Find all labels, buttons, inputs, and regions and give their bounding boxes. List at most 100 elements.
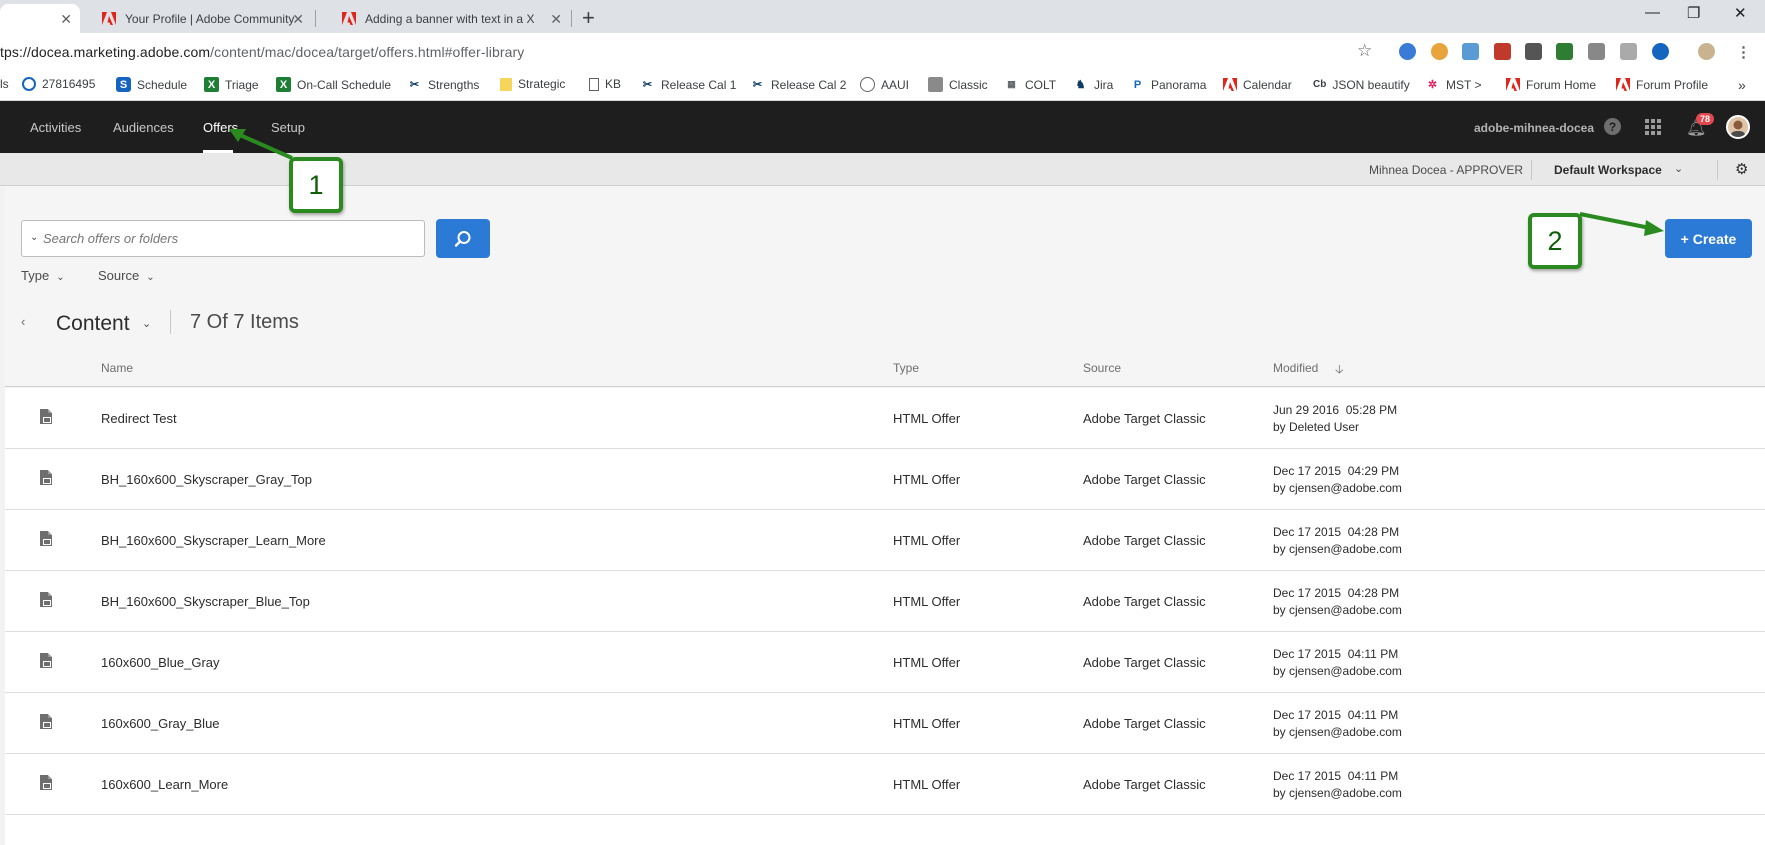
offer-type: HTML Offer bbox=[893, 533, 961, 548]
column-name[interactable]: Name bbox=[101, 361, 133, 375]
type-filter[interactable]: Type ⌄ bbox=[21, 268, 65, 283]
table-row[interactable]: BH_160x600_Skyscraper_Gray_Top HTML Offe… bbox=[5, 449, 1765, 510]
table-row[interactable]: 160x600_Gray_Blue HTML Offer Adobe Targe… bbox=[5, 693, 1765, 754]
bookmark[interactable]: ls bbox=[0, 77, 9, 91]
bookmark[interactable]: Cb JSON beautify bbox=[1313, 77, 1410, 92]
bookmark[interactable]: ▦ COLT bbox=[1004, 77, 1056, 92]
nav-audiences[interactable]: Audiences bbox=[113, 120, 174, 135]
sort-descending-icon[interactable]: 🡣 bbox=[1335, 360, 1344, 381]
item-count: 7 Of 7 Items bbox=[190, 311, 299, 333]
bookmark[interactable]: ✲ MST > bbox=[1425, 77, 1482, 92]
divider bbox=[1717, 160, 1718, 180]
bookmark[interactable]: AAUI bbox=[860, 77, 909, 92]
close-window-icon[interactable]: ✕ bbox=[1734, 4, 1747, 22]
chevron-down-icon[interactable]: ⌄ bbox=[1674, 162, 1683, 175]
table-row[interactable]: BH_160x600_Skyscraper_Learn_More HTML Of… bbox=[5, 510, 1765, 571]
extension-icon[interactable] bbox=[1620, 43, 1637, 60]
bookmark[interactable]: 27816495 bbox=[22, 77, 95, 91]
file-icon bbox=[40, 531, 52, 546]
column-type[interactable]: Type bbox=[893, 361, 919, 375]
close-tab-icon[interactable]: ✕ bbox=[292, 11, 304, 28]
bookmark[interactable]: X Triage bbox=[204, 77, 259, 92]
profile-avatar-icon[interactable] bbox=[1698, 43, 1715, 60]
table-row[interactable]: 160x600_Blue_Gray HTML Offer Adobe Targe… bbox=[5, 632, 1765, 693]
help-icon[interactable]: ? bbox=[1604, 118, 1621, 135]
bookmark-star-icon[interactable]: ☆ bbox=[1357, 41, 1372, 61]
bookmark[interactable]: P Panorama bbox=[1130, 77, 1207, 92]
modified-date: Dec 17 2015 04:11 PM bbox=[1273, 647, 1399, 661]
file-icon bbox=[40, 470, 52, 485]
source-filter[interactable]: Source ⌄ bbox=[98, 268, 155, 283]
close-tab-icon[interactable]: ✕ bbox=[60, 11, 72, 28]
browser-tab-active[interactable]: ✕ bbox=[0, 4, 80, 33]
new-tab-button[interactable]: + bbox=[582, 5, 595, 31]
file-icon bbox=[40, 409, 52, 424]
nav-setup[interactable]: Setup bbox=[271, 120, 305, 135]
extension-icon[interactable] bbox=[1652, 43, 1669, 60]
cookie-extension-icon[interactable] bbox=[1431, 43, 1448, 60]
folder-title[interactable]: Content bbox=[56, 312, 130, 336]
search-input[interactable] bbox=[43, 231, 413, 246]
bookmark[interactable]: Forum Home bbox=[1505, 77, 1596, 92]
offer-name[interactable]: 160x600_Learn_More bbox=[101, 777, 228, 792]
extension-icon[interactable] bbox=[1588, 43, 1605, 60]
more-menu-icon[interactable]: ⋮ bbox=[1735, 43, 1752, 61]
browser-tab[interactable]: Adding a banner with text in a X ✕ bbox=[332, 4, 570, 33]
bookmark[interactable]: X On-Call Schedule bbox=[276, 77, 391, 92]
extension-icon[interactable] bbox=[1462, 43, 1479, 60]
gear-icon[interactable]: ⚙ bbox=[1735, 160, 1748, 178]
close-tab-icon[interactable]: ✕ bbox=[550, 11, 562, 28]
bookmark[interactable]: Strategic bbox=[500, 77, 565, 91]
table-header: Name Type Source Modified 🡣 bbox=[5, 351, 1765, 387]
nav-activities[interactable]: Activities bbox=[30, 120, 81, 135]
target-icon bbox=[860, 77, 875, 92]
table-row[interactable]: Redirect Test HTML Offer Adobe Target Cl… bbox=[5, 388, 1765, 449]
offer-name[interactable]: Redirect Test bbox=[101, 411, 177, 426]
bookmark[interactable]: ✂ Release Cal 1 bbox=[640, 77, 736, 92]
create-button[interactable]: + Create bbox=[1665, 219, 1752, 258]
panorama-icon: P bbox=[1133, 78, 1142, 91]
bookmark[interactable]: ✂ Release Cal 2 bbox=[750, 77, 846, 92]
bookmark[interactable]: ♞ Jira bbox=[1073, 77, 1114, 92]
extension-icon[interactable] bbox=[1399, 43, 1416, 60]
offer-name[interactable]: BH_160x600_Skyscraper_Gray_Top bbox=[101, 472, 312, 487]
offer-source: Adobe Target Classic bbox=[1083, 411, 1206, 426]
modified-by: by cjensen@adobe.com bbox=[1273, 603, 1402, 617]
apps-grid-icon[interactable] bbox=[1645, 119, 1661, 135]
browser-tab[interactable]: Your Profile | Adobe Community ✕ bbox=[92, 4, 312, 33]
minimize-icon[interactable]: — bbox=[1645, 4, 1660, 21]
nav-offers[interactable]: Offers bbox=[203, 120, 238, 135]
table-row[interactable]: BH_160x600_Skyscraper_Blue_Top HTML Offe… bbox=[5, 571, 1765, 632]
bookmark[interactable]: Calendar bbox=[1222, 77, 1292, 92]
bookmark[interactable]: Classic bbox=[928, 77, 988, 92]
bookmark[interactable]: ✂ Strengths bbox=[407, 77, 479, 92]
bookmarks-overflow[interactable]: » bbox=[1738, 77, 1746, 93]
column-source[interactable]: Source bbox=[1083, 361, 1121, 375]
drive-extension-icon[interactable] bbox=[1556, 43, 1573, 60]
browser-tab-strip: ✕ Your Profile | Adobe Community ✕ Addin… bbox=[0, 0, 1765, 33]
chevron-down-icon[interactable]: ⌄ bbox=[30, 232, 38, 243]
chart-icon bbox=[928, 77, 943, 92]
workspace-selector[interactable]: Default Workspace bbox=[1554, 163, 1662, 177]
chevron-down-icon[interactable]: ⌄ bbox=[142, 317, 151, 330]
app-nav-bar: Activities Audiences Offers Setup adobe-… bbox=[0, 101, 1765, 153]
offer-name[interactable]: BH_160x600_Skyscraper_Blue_Top bbox=[101, 594, 310, 609]
file-icon bbox=[40, 775, 52, 790]
restore-icon[interactable]: ❐ bbox=[1687, 4, 1700, 22]
extension-icon[interactable] bbox=[1525, 43, 1542, 60]
offer-name[interactable]: BH_160x600_Skyscraper_Learn_More bbox=[101, 533, 326, 548]
bookmark[interactable]: S Schedule bbox=[116, 77, 187, 92]
user-name[interactable]: adobe-mihnea-docea bbox=[1474, 121, 1594, 135]
offer-name[interactable]: 160x600_Blue_Gray bbox=[101, 655, 220, 670]
back-chevron-icon[interactable]: ‹ bbox=[21, 314, 25, 329]
column-modified[interactable]: Modified bbox=[1273, 361, 1318, 375]
extension-icon[interactable] bbox=[1494, 43, 1511, 60]
url-field[interactable]: tps://docea.marketing.adobe.com/content/… bbox=[0, 44, 524, 60]
offer-name[interactable]: 160x600_Gray_Blue bbox=[101, 716, 220, 731]
table-row[interactable]: 160x600_Learn_More HTML Offer Adobe Targ… bbox=[5, 754, 1765, 815]
avatar[interactable] bbox=[1726, 115, 1750, 139]
search-button[interactable] bbox=[436, 219, 490, 258]
bookmark[interactable]: KB bbox=[589, 77, 621, 91]
adobe-icon bbox=[342, 12, 356, 26]
bookmark[interactable]: Forum Profile bbox=[1615, 77, 1708, 92]
